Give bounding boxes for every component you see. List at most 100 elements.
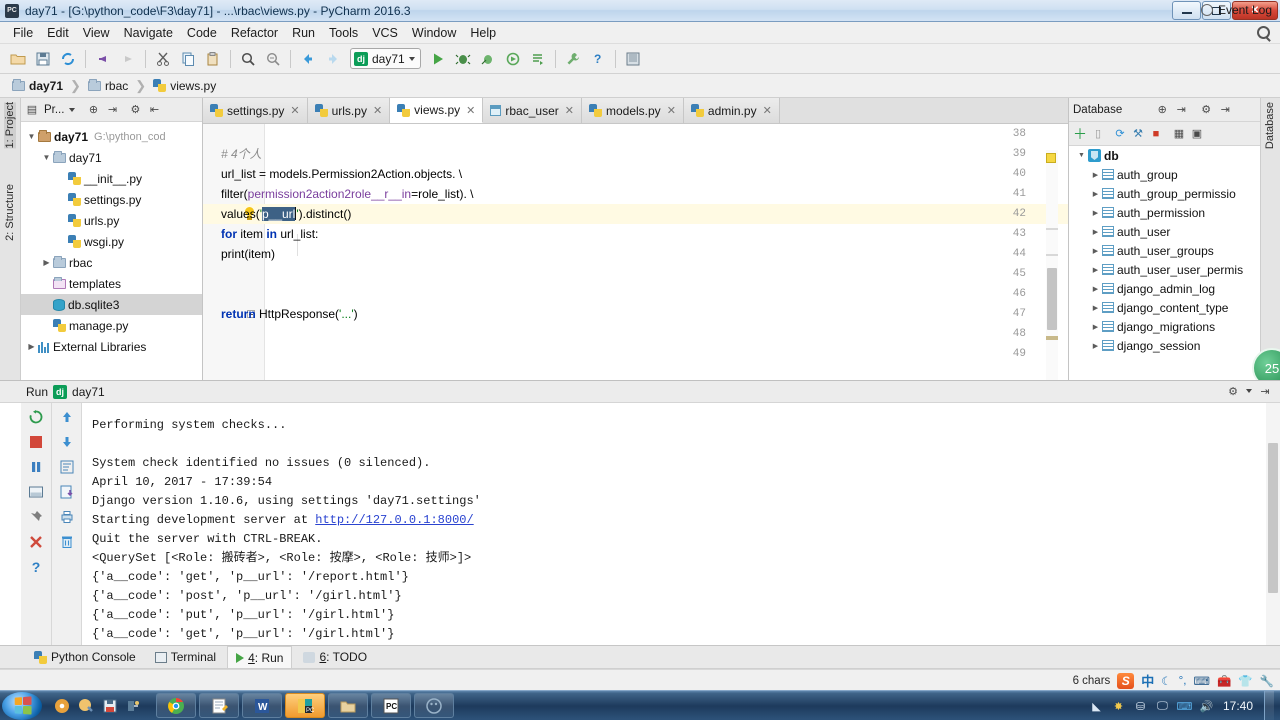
settings-wrench-icon[interactable] [561, 47, 585, 71]
replace-icon[interactable] [261, 47, 285, 71]
chevron-right-icon[interactable]: ▶ [1089, 209, 1102, 217]
refresh-icon[interactable]: ⟳ [1113, 127, 1127, 141]
chevron-right-icon[interactable]: ▶ [1089, 285, 1102, 293]
stop-icon[interactable] [27, 433, 45, 451]
run-icon[interactable] [426, 47, 450, 71]
close-icon[interactable]: ✕ [565, 104, 574, 117]
menu-help[interactable]: Help [463, 23, 503, 43]
chevron-right-icon[interactable]: ▶ [1089, 342, 1102, 350]
project-tree-item[interactable]: urls.py [21, 210, 202, 231]
scroll-up-icon[interactable] [58, 408, 76, 426]
database-root-node[interactable]: ▼ db [1069, 146, 1260, 165]
database-table-item[interactable]: ▶ auth_permission [1069, 203, 1260, 222]
minimize-button[interactable] [1172, 1, 1201, 20]
copy-icon[interactable] [176, 47, 200, 71]
code-editor[interactable]: 38 39 # 4个人 40 url_list = models.Permissio… [203, 124, 1068, 380]
open-folder-icon[interactable] [6, 47, 30, 71]
ime-icon[interactable]: ⌨ [1177, 699, 1193, 714]
sync-icon[interactable] [56, 47, 80, 71]
keyboard-icon[interactable]: ⌨ [1193, 674, 1210, 688]
paint-brush-icon[interactable] [76, 696, 96, 716]
inspection-status-icon[interactable] [1046, 153, 1056, 163]
coverage-icon[interactable] [476, 47, 500, 71]
profile-icon[interactable] [501, 47, 525, 71]
debug-icon[interactable] [451, 47, 475, 71]
forward-icon[interactable] [321, 47, 345, 71]
chevron-down-icon[interactable]: ▼ [40, 153, 53, 162]
target-icon[interactable]: ⊕ [86, 103, 100, 117]
search-everywhere-icon[interactable] [1257, 26, 1270, 39]
database-table-item[interactable]: ▶ auth_group [1069, 165, 1260, 184]
copy-datasource-icon[interactable]: ▯ [1091, 127, 1105, 141]
gear-icon[interactable]: ⚙ [1199, 103, 1213, 117]
word-taskbar-button[interactable]: W [242, 693, 282, 718]
tray-arrow-icon[interactable]: ◣ [1089, 699, 1104, 714]
pycharm-taskbar-button[interactable]: PC [285, 693, 325, 718]
project-tree-item[interactable]: ▼ day71 [21, 147, 202, 168]
hide-icon[interactable]: ⇥ [1258, 384, 1272, 398]
tool-window-tab-todo[interactable]: 6: TODO [295, 646, 375, 668]
chevron-right-icon[interactable]: ▶ [1089, 266, 1102, 274]
media-player-icon[interactable] [52, 696, 72, 716]
soft-wrap-icon[interactable] [58, 458, 76, 476]
editor-tab-settings-py[interactable]: settings.py ✕ [203, 98, 308, 123]
skin-icon[interactable]: 👕 [1238, 674, 1252, 688]
paste-icon[interactable] [201, 47, 225, 71]
project-tree-item[interactable]: __init__.py [21, 168, 202, 189]
close-icon[interactable]: ✕ [466, 104, 475, 117]
menu-refactor[interactable]: Refactor [224, 23, 285, 43]
add-datasource-icon[interactable]: ＋ [1073, 126, 1087, 142]
table-view-icon[interactable]: ▦ [1172, 127, 1186, 141]
show-desktop-button[interactable] [1264, 691, 1274, 720]
editor-scrollbar[interactable] [1046, 150, 1058, 380]
menu-code[interactable]: Code [180, 23, 224, 43]
chevron-right-icon[interactable]: ▶ [1089, 323, 1102, 331]
moon-icon[interactable]: ☾ [1161, 674, 1171, 688]
tool-window-tab-run[interactable]: 4: Run [227, 646, 293, 668]
run-console-output[interactable]: Performing system checks... System check … [82, 403, 1266, 645]
chevron-down-icon[interactable] [1246, 389, 1252, 393]
menu-edit[interactable]: Edit [40, 23, 76, 43]
print-icon[interactable] [58, 508, 76, 526]
chevron-down-icon[interactable]: ▼ [25, 132, 38, 141]
run-console-scrollbar[interactable] [1266, 403, 1280, 645]
attach-icon[interactable] [526, 47, 550, 71]
menu-vcs[interactable]: VCS [365, 23, 405, 43]
tool-button-structure[interactable]: 2: Structure [4, 184, 16, 241]
breadcrumb-item-views[interactable]: views.py [149, 77, 220, 95]
database-table-item[interactable]: ▶ auth_user_user_permis [1069, 260, 1260, 279]
back-icon[interactable] [296, 47, 320, 71]
project-tree-item[interactable]: ▶ External Libraries [21, 336, 202, 357]
editor-tab-urls-py[interactable]: urls.py ✕ [307, 98, 391, 123]
chevron-right-icon[interactable]: ▶ [40, 258, 53, 267]
editor-tab-admin-py[interactable]: admin.py ✕ [683, 98, 780, 123]
breadcrumb-item-rbac[interactable]: rbac [84, 77, 132, 95]
menu-view[interactable]: View [76, 23, 117, 43]
project-tree-item[interactable]: manage.py [21, 315, 202, 336]
project-tree-item[interactable]: wsgi.py [21, 231, 202, 252]
pin-icon[interactable] [27, 508, 45, 526]
menu-window[interactable]: Window [405, 23, 463, 43]
target-icon[interactable]: ⊕ [1155, 103, 1169, 117]
chevron-down-icon[interactable]: ▼ [1075, 152, 1088, 159]
pause-icon[interactable] [27, 458, 45, 476]
connect-icon[interactable] [124, 696, 144, 716]
toolbox-icon[interactable]: 🧰 [1217, 674, 1231, 688]
degree-icon[interactable]: °, [1179, 675, 1187, 687]
menu-file[interactable]: File [6, 23, 40, 43]
event-log-button[interactable]: Event Log [1200, 3, 1272, 17]
tool-window-tab-terminal[interactable]: Terminal [147, 646, 224, 668]
chevron-right-icon[interactable]: ▶ [1089, 304, 1102, 312]
tool-button-database[interactable]: Database [1264, 102, 1276, 149]
floppy-save-icon[interactable] [100, 696, 120, 716]
project-tree-item[interactable]: db.sqlite3 [21, 294, 202, 315]
db-settings-icon[interactable]: ⚒ [1131, 127, 1145, 141]
chrome-taskbar-button[interactable] [156, 693, 196, 718]
editor-tab-rbac_user[interactable]: rbac_user ✕ [483, 98, 582, 123]
project-tree-item[interactable]: ▼ day71 G:\python_cod [21, 126, 202, 147]
display-icon[interactable]: 🖵 [1155, 699, 1170, 714]
database-icon[interactable] [621, 47, 645, 71]
menu-run[interactable]: Run [285, 23, 322, 43]
export-icon[interactable] [58, 483, 76, 501]
gear-icon[interactable]: ⚙ [1226, 384, 1240, 398]
